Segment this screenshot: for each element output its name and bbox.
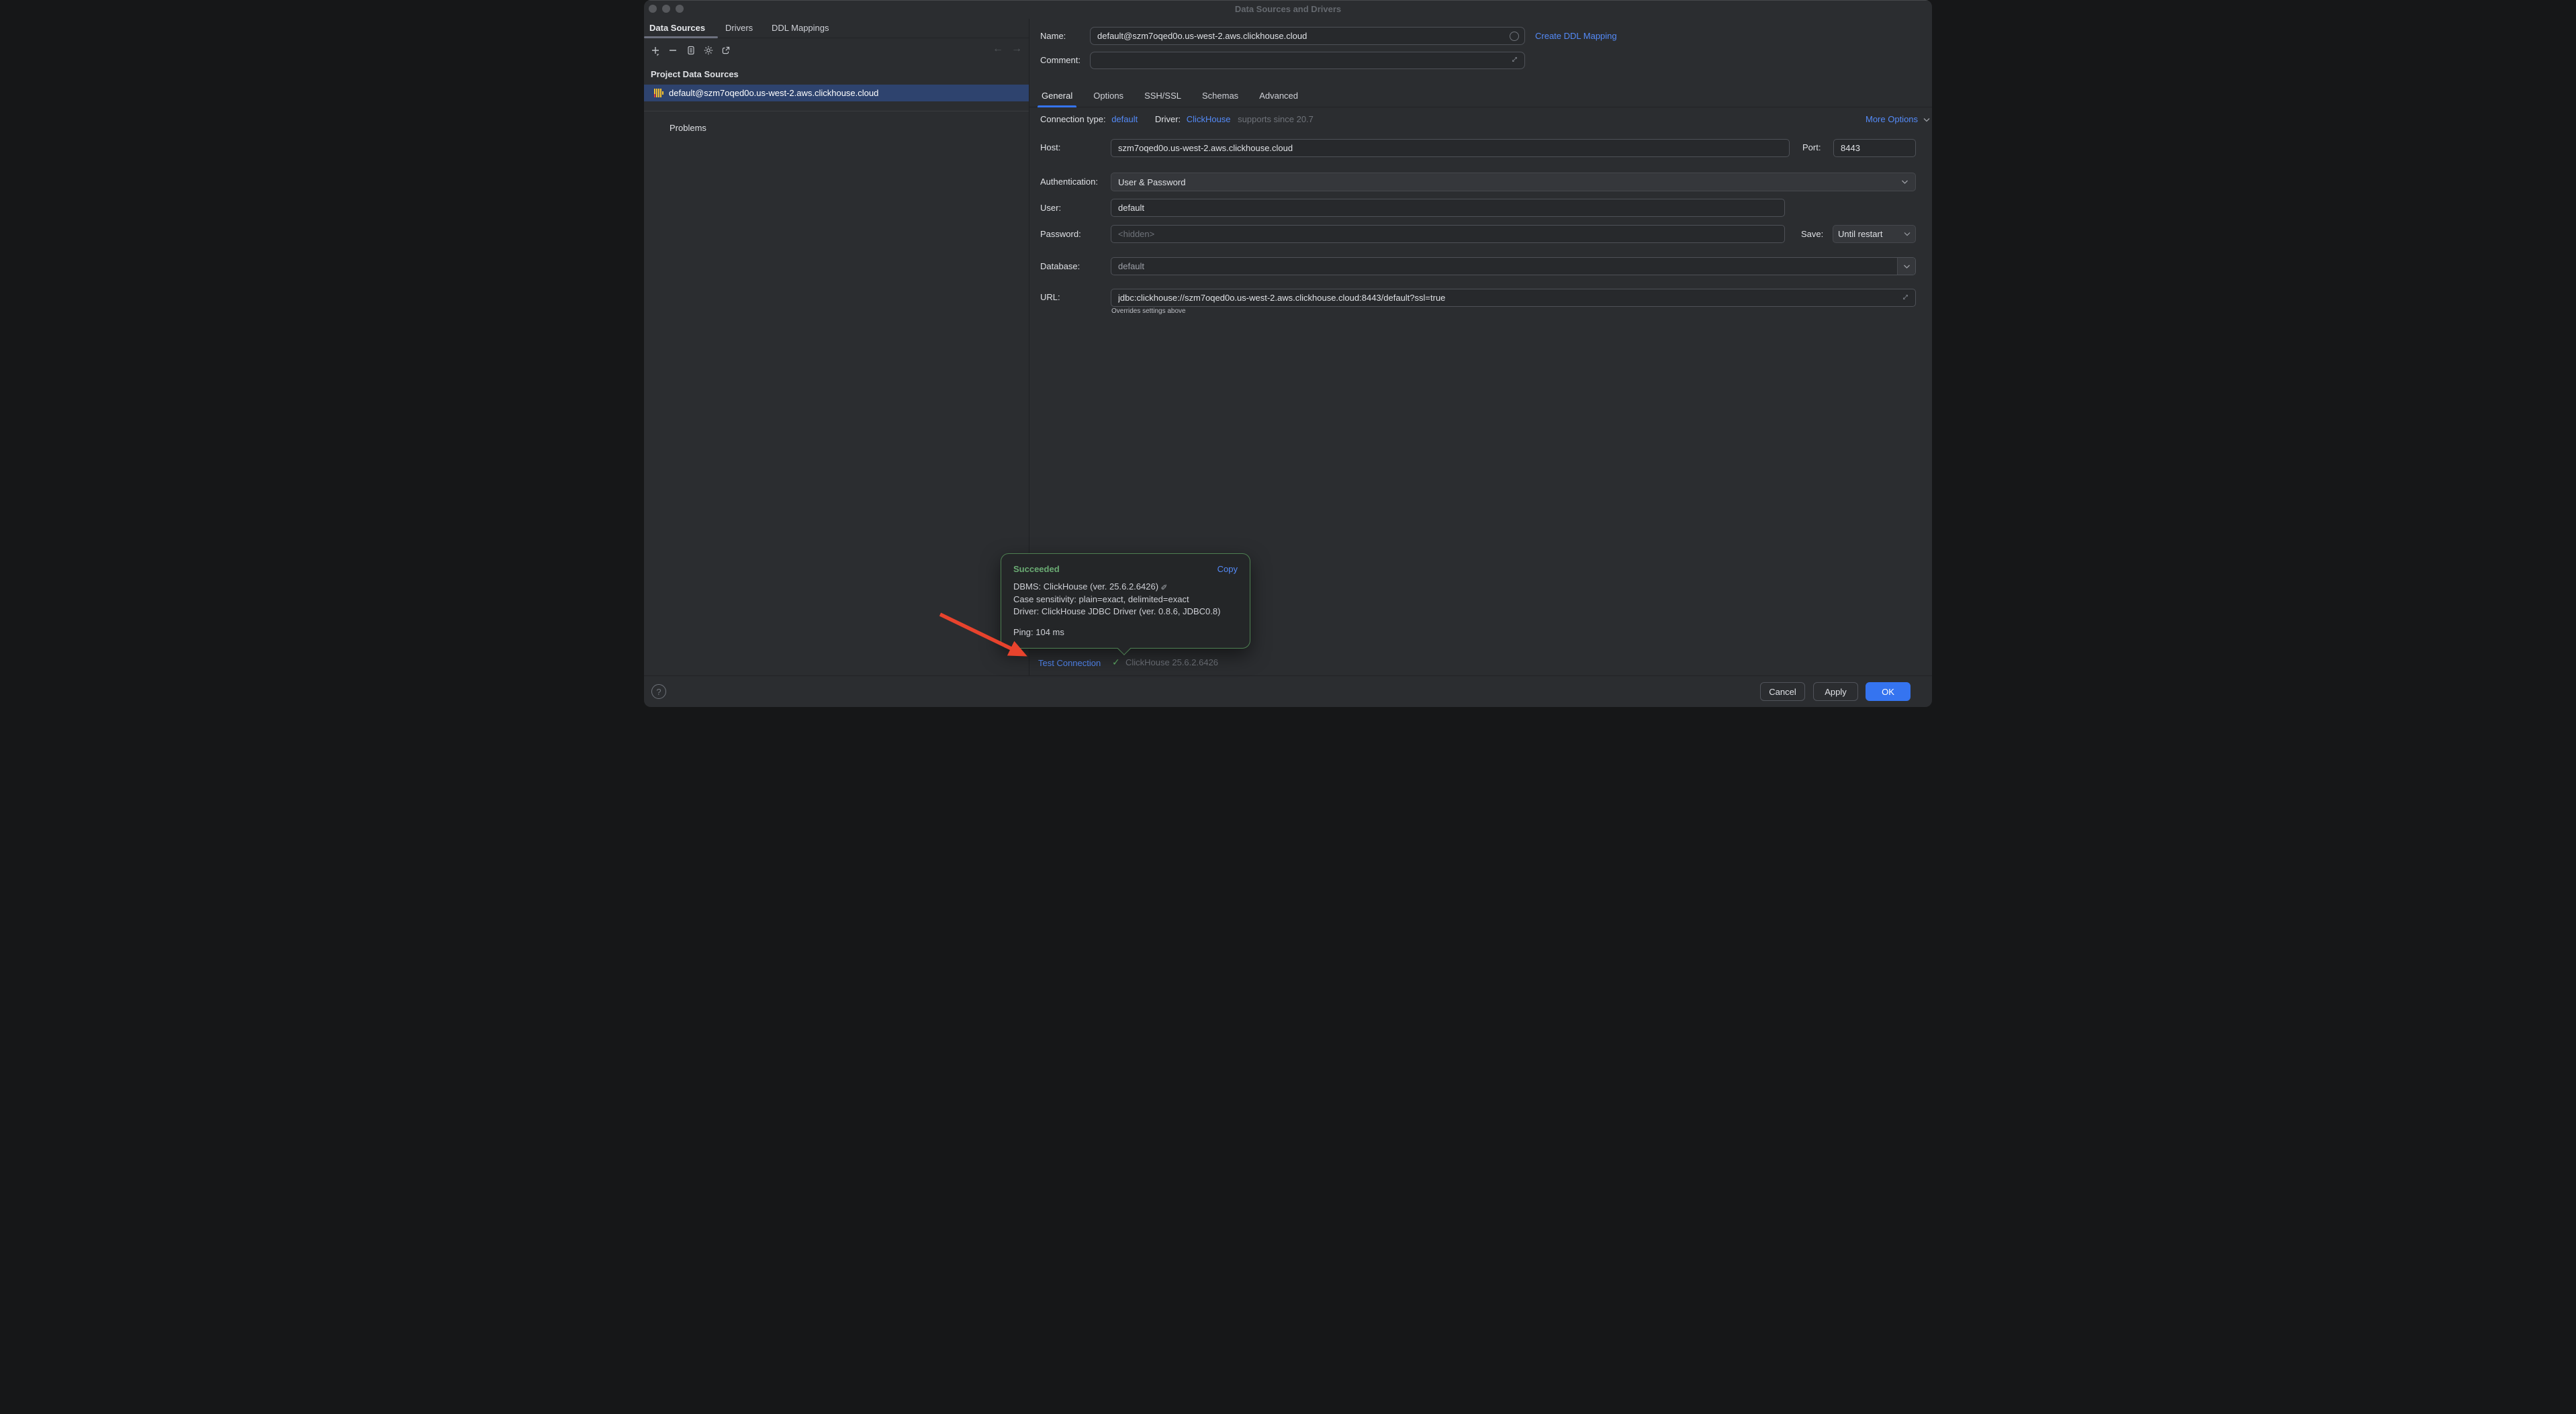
window-title: Data Sources and Drivers	[644, 4, 1932, 14]
add-data-source-icon[interactable]	[649, 44, 661, 56]
name-field[interactable]	[1090, 27, 1525, 45]
url-label: URL:	[1040, 291, 1060, 303]
data-source-list-item[interactable]: default@szm7oqed0o.us-west-2.aws.clickho…	[644, 85, 1029, 101]
left-panel-toolbar: ← →	[644, 40, 1029, 60]
database-dropdown-button[interactable]	[1897, 258, 1915, 275]
success-check-icon: ✓	[1112, 657, 1120, 668]
host-input[interactable]	[1111, 140, 1789, 156]
tab-schemas[interactable]: Schemas	[1201, 84, 1240, 107]
user-field[interactable]	[1111, 199, 1785, 217]
url-input[interactable]	[1111, 289, 1901, 306]
help-icon[interactable]: ?	[651, 684, 666, 699]
tab-ssh-ssl[interactable]: SSH/SSL	[1143, 84, 1183, 107]
user-input[interactable]	[1111, 199, 1784, 216]
connection-tabs: General Options SSH/SSL Schemas Advanced	[1029, 84, 1932, 107]
comment-label: Comment:	[1040, 54, 1080, 66]
connection-status-text: ClickHouse 25.6.2.6426	[1125, 657, 1218, 667]
comment-input[interactable]	[1091, 52, 1510, 68]
footer-divider	[644, 675, 1932, 676]
left-panel-tabs: Data Sources Drivers DDL Mappings	[644, 19, 1029, 38]
test-connection-popup: Succeeded Copy DBMS: ClickHouse (ver. 25…	[1001, 553, 1250, 649]
popup-status: Succeeded	[1013, 564, 1060, 574]
test-connection-link[interactable]: Test Connection	[1038, 657, 1101, 669]
active-tab-underline	[644, 36, 718, 38]
chevron-down-icon	[1901, 179, 1908, 185]
url-field[interactable]	[1111, 289, 1916, 307]
authentication-label: Authentication:	[1040, 176, 1098, 188]
forward-arrow-icon[interactable]: →	[1011, 43, 1022, 55]
clickhouse-logo-icon	[654, 89, 663, 97]
popup-tail	[1117, 642, 1131, 655]
user-label: User:	[1040, 202, 1061, 214]
data-source-name: default@szm7oqed0o.us-west-2.aws.clickho…	[669, 88, 878, 98]
comment-field[interactable]	[1090, 52, 1525, 69]
chevron-down-icon	[1904, 232, 1911, 236]
cancel-button[interactable]: Cancel	[1760, 682, 1805, 701]
port-field[interactable]	[1833, 139, 1916, 157]
open-ddl-icon[interactable]	[720, 44, 732, 56]
remove-data-source-icon[interactable]	[667, 44, 679, 56]
port-label: Port:	[1802, 142, 1821, 154]
host-label: Host:	[1040, 142, 1060, 154]
tab-ddl-mappings[interactable]: DDL Mappings	[772, 23, 829, 33]
tab-options[interactable]: Options	[1092, 84, 1125, 107]
ping-line: Ping: 104 ms	[1013, 627, 1238, 637]
password-label: Password:	[1040, 228, 1081, 240]
driver-link[interactable]: ClickHouse	[1187, 114, 1231, 124]
name-label: Name:	[1040, 30, 1066, 42]
driver-line: Driver: ClickHouse JDBC Driver (ver. 0.8…	[1013, 606, 1238, 618]
edit-pencil-icon[interactable]: ✎	[1158, 583, 1171, 590]
data-sources-dialog: Data Sources and Drivers Data Sources Dr…	[644, 0, 1932, 707]
copy-link[interactable]: Copy	[1217, 564, 1238, 574]
save-value: Until restart	[1838, 229, 1882, 239]
more-options-link[interactable]: More Options	[1866, 113, 1930, 126]
back-arrow-icon[interactable]: ←	[993, 43, 1003, 55]
url-note: Overrides settings above	[1111, 308, 1186, 315]
case-sensitivity-line: Case sensitivity: plain=exact, delimited…	[1013, 594, 1238, 606]
expand-icon[interactable]	[1901, 293, 1910, 303]
duplicate-icon[interactable]	[685, 44, 697, 56]
database-field[interactable]	[1111, 257, 1916, 275]
tab-advanced[interactable]: Advanced	[1258, 84, 1299, 107]
database-input[interactable]	[1111, 258, 1897, 275]
dbms-line: DBMS: ClickHouse (ver. 25.6.2.6426)✎	[1013, 581, 1238, 594]
connection-type-label: Connection type:	[1040, 114, 1106, 124]
apply-button[interactable]: Apply	[1813, 682, 1858, 701]
authentication-select[interactable]: User & Password	[1111, 173, 1916, 191]
tab-drivers[interactable]: Drivers	[725, 23, 753, 33]
titlebar: Data Sources and Drivers	[644, 0, 1932, 19]
driver-label: Driver:	[1155, 114, 1181, 124]
connection-type-row: Connection type: default Driver: ClickHo…	[1040, 113, 1314, 126]
ok-button[interactable]: OK	[1866, 682, 1911, 701]
expand-icon[interactable]	[1510, 55, 1519, 66]
chevron-down-icon	[1923, 117, 1930, 122]
password-input[interactable]	[1111, 226, 1784, 242]
tab-general[interactable]: General	[1040, 84, 1074, 107]
save-label: Save:	[1801, 228, 1823, 240]
project-data-sources-heading: Project Data Sources	[651, 69, 739, 79]
problems-section-label[interactable]: Problems	[670, 123, 706, 133]
create-ddl-mapping-link[interactable]: Create DDL Mapping	[1535, 30, 1617, 42]
driver-note: supports since 20.7	[1238, 114, 1314, 124]
authentication-value: User & Password	[1118, 177, 1185, 187]
color-circle-icon[interactable]	[1510, 32, 1519, 41]
name-input[interactable]	[1091, 28, 1510, 44]
gear-icon[interactable]	[702, 44, 715, 56]
database-label: Database:	[1040, 261, 1080, 273]
connection-type-link[interactable]: default	[1111, 114, 1138, 124]
save-select[interactable]: Until restart	[1833, 225, 1916, 243]
host-field[interactable]	[1111, 139, 1790, 157]
tab-data-sources[interactable]: Data Sources	[649, 23, 705, 33]
password-field[interactable]	[1111, 225, 1785, 243]
port-input[interactable]	[1834, 140, 1915, 156]
